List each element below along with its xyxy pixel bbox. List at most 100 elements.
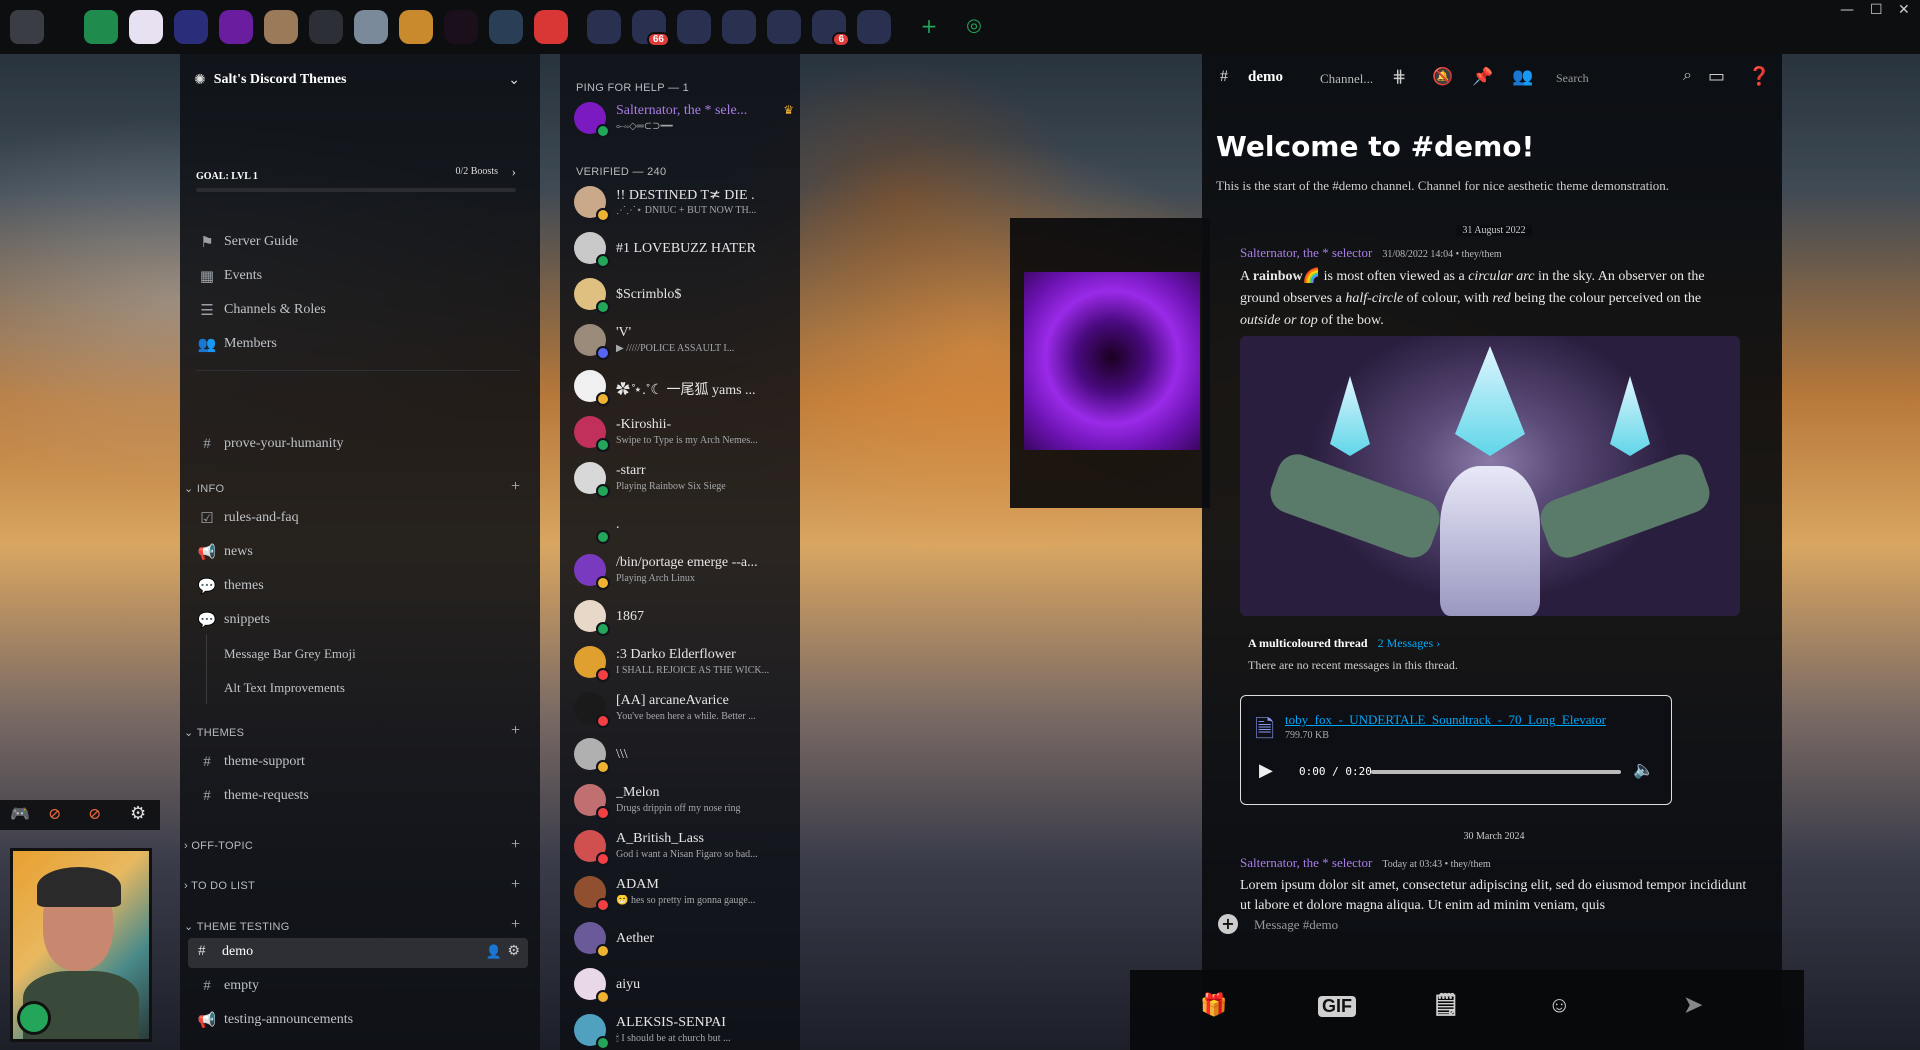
add-channel-icon[interactable]: + (511, 722, 520, 740)
member-item[interactable]: _Melon Drugs drippin off my nose ring (574, 780, 796, 822)
mic-muted-icon[interactable]: ⊘ (48, 804, 61, 824)
channel-snippets[interactable]: 💬 snippets (196, 608, 270, 632)
member-item[interactable]: $Scrimblo$ (574, 274, 796, 316)
add-channel-icon[interactable]: + (511, 478, 520, 496)
category-theme-testing[interactable]: ⌄ THEME TESTING (184, 920, 290, 933)
send-icon[interactable]: ➤ (1684, 992, 1702, 1018)
channel-empty[interactable]: # empty (196, 974, 259, 998)
folder-icon[interactable] (84, 10, 118, 44)
sidebar-item-channels-roles[interactable]: ☰ Channels & Roles (196, 298, 326, 322)
add-channel-icon[interactable]: + (511, 836, 520, 854)
emoji-icon[interactable]: ☺ (1548, 992, 1570, 1018)
discord-logo-icon[interactable] (10, 10, 44, 44)
member-item[interactable]: \\\ (574, 734, 796, 776)
audio-filename[interactable]: toby_fox_-_UNDERTALE_Soundtrack_-_70_Lon… (1285, 712, 1606, 728)
crystal-artwork-image[interactable] (1240, 336, 1740, 616)
server-header[interactable]: ✺ Salt's Discord Themes ⌄ (194, 68, 524, 92)
search-input[interactable]: Search ⌕ (1552, 66, 1692, 90)
gamepad-icon[interactable]: 🎮 (10, 804, 30, 824)
chevron-down-icon[interactable]: ⌄ (508, 72, 520, 89)
member-item[interactable]: 1867 (574, 596, 796, 638)
code-server-icon[interactable] (309, 10, 343, 44)
boost-goal[interactable]: GOAL: LVL 1 0/2 Boosts › (196, 164, 520, 186)
sidebar-item-server-guide[interactable]: ⚑ Server Guide (196, 230, 298, 254)
r-server-icon[interactable] (129, 10, 163, 44)
member-item[interactable]: -starr Playing Rainbow Six Siege (574, 458, 796, 500)
g-server-icon[interactable] (174, 10, 208, 44)
thread-message-count[interactable]: 2 Messages › (1378, 636, 1441, 650)
message-author[interactable]: Salternator, the * selector (1240, 855, 1372, 870)
maximize-button[interactable]: ☐ (1870, 2, 1883, 18)
pin-icon[interactable]: 📌 (1472, 67, 1493, 87)
channel-themes[interactable]: 💬 themes (196, 574, 264, 598)
play-icon[interactable]: ▶ (1259, 760, 1273, 781)
member-item[interactable]: aiyu (574, 964, 796, 1006)
channel-theme-requests[interactable]: # theme-requests (196, 784, 309, 808)
server-folder-icon[interactable] (767, 10, 801, 44)
channel-topic[interactable]: Channel... (1320, 71, 1373, 87)
server-folder-icon[interactable] (722, 10, 756, 44)
sticker-icon[interactable]: 🗒 (1432, 992, 1460, 1018)
invite-icon[interactable]: 👤 (486, 944, 502, 960)
thread-preview[interactable]: A multicoloured thread 2 Messages › Ther… (1248, 634, 1728, 673)
channel-news[interactable]: 📢 news (196, 540, 253, 564)
gift-icon[interactable]: 🎁 (1200, 992, 1227, 1018)
member-item[interactable]: ✿ ̊⋆.˚☾ 一尾狐 yams ... (574, 366, 796, 408)
thread-alt-text-improvements[interactable]: Alt Text Improvements (224, 676, 345, 700)
geometric-server-icon[interactable] (399, 10, 433, 44)
flask-server-icon[interactable] (534, 10, 568, 44)
sidebar-item-events[interactable]: ▦ Events (196, 264, 262, 288)
message-input[interactable]: + Message #demo (1216, 912, 1766, 942)
server-folder-icon[interactable] (677, 10, 711, 44)
channel-theme-support[interactable]: # theme-support (196, 750, 305, 774)
member-item[interactable]: :3 Darko Elderflower I SHALL REJOICE AS T… (574, 642, 796, 684)
astronaut-server-icon[interactable] (489, 10, 523, 44)
channel-testing-announcements[interactable]: 📢 testing-announcements (196, 1008, 353, 1032)
r-purple-server-icon[interactable] (219, 10, 253, 44)
category-info[interactable]: ⌄ INFO (184, 482, 224, 495)
channel-prove-your-humanity[interactable]: # prove-your-humanity (196, 432, 343, 456)
server-folder-icon[interactable]: 66 (632, 10, 670, 47)
add-attachment-icon[interactable]: + (1218, 914, 1238, 934)
message-author[interactable]: Salternator, the * selector (1240, 245, 1372, 260)
member-item[interactable]: !! DESTINED T≭ DIE . ⋰⋰⋆ DNIUC + BUT NOW … (574, 182, 796, 224)
member-item[interactable]: ADAM 😁 hes so pretty im gonna gauge... (574, 872, 796, 914)
help-icon[interactable]: ❓ (1748, 66, 1770, 87)
member-item[interactable]: /bin/portage emerge --a... Playing Arch L… (574, 550, 796, 592)
rainbow-server-icon[interactable] (354, 10, 388, 44)
member-item[interactable]: ALEKSIS-SENPAI 🕯 I should be at church bu… (574, 1010, 796, 1050)
member-list-icon[interactable]: 👥 (1512, 67, 1533, 87)
eyes-server-icon[interactable] (444, 10, 478, 44)
thread-message-bar-grey-emoji[interactable]: Message Bar Grey Emoji (224, 642, 356, 666)
sidebar-item-members[interactable]: 👥 Members (196, 332, 277, 356)
member-ping[interactable]: Salternator, the * sele... ♛ ⟜∾◇═⊂⊃━━ (574, 98, 796, 140)
category-to-do-list[interactable]: › TO DO LIST (184, 880, 255, 892)
cat-server-icon[interactable] (264, 10, 298, 44)
member-item[interactable]: -Kiroshii- Swipe to Type is my Arch Nemes… (574, 412, 796, 454)
member-item[interactable]: . (574, 504, 796, 546)
member-item[interactable]: #1 LOVEBUZZ HATER (574, 228, 796, 270)
threads-icon[interactable]: ⋕ (1392, 67, 1406, 87)
add-channel-icon[interactable]: + (511, 916, 520, 934)
thread-name[interactable]: A multicoloured thread (1248, 636, 1368, 650)
discover-icon[interactable]: ◎ (957, 10, 991, 44)
close-button[interactable]: ✕ (1898, 2, 1910, 18)
avatar[interactable] (10, 848, 152, 1042)
gear-icon[interactable]: ⚙ (130, 803, 146, 824)
member-item[interactable]: 'V' ▶ /////POLICE ASSAULT I... (574, 320, 796, 362)
member-item[interactable]: Aether (574, 918, 796, 960)
headset-muted-icon[interactable]: ⊘ (88, 804, 101, 824)
server-folder-icon[interactable] (857, 10, 891, 44)
member-item[interactable]: [AA] arcaneAvarice You've been here a whi… (574, 688, 796, 730)
channel-rules-and-faq[interactable]: ☑ rules-and-faq (196, 506, 298, 530)
member-item[interactable]: A_British_Lass God i want a Nisan Figaro … (574, 826, 796, 868)
add-channel-icon[interactable]: + (511, 876, 520, 894)
category-themes[interactable]: ⌄ THEMES (184, 726, 244, 739)
channel-demo-selected[interactable]: # demo 👤 ⚙ (188, 938, 528, 968)
server-folder-icon[interactable]: 6 (812, 10, 850, 47)
volume-icon[interactable]: 🔈 (1633, 760, 1654, 780)
inbox-icon[interactable]: ▭ (1708, 66, 1725, 87)
server-folder-icon[interactable] (587, 10, 621, 44)
audio-progress-bar[interactable] (1371, 770, 1621, 774)
minimize-button[interactable]: — (1840, 2, 1854, 18)
